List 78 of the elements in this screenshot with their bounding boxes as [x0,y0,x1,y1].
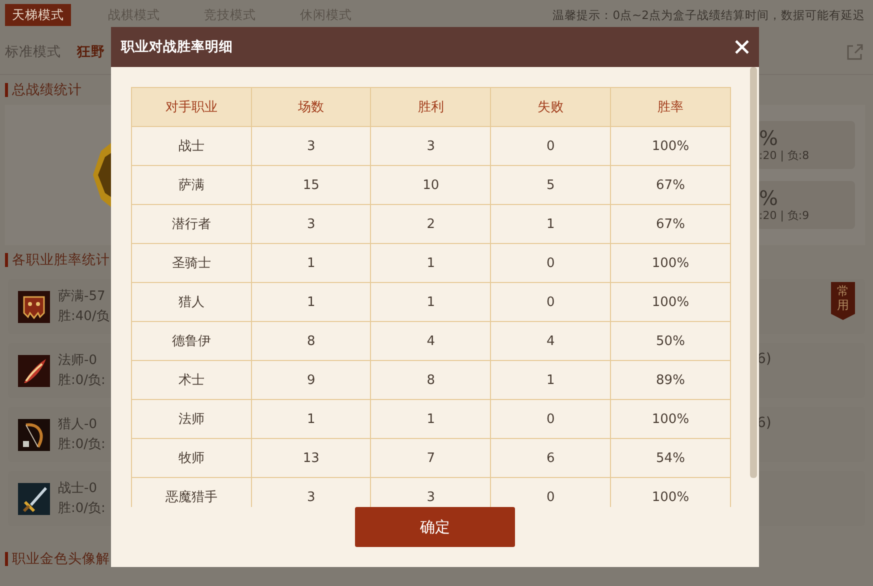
table-cell: 100% [610,400,730,438]
table-cell: 0 [490,126,610,166]
class-title: 萨满-57 [58,288,106,304]
table-cell: 猎人 [132,282,252,322]
notice-text: 温馨提示：0点~2点为盒子战绩结算时间，数据可能有延迟 [552,8,865,22]
win-loss-text: :20 | 负:8 [759,149,810,163]
table-cell: 1 [490,360,610,400]
column-header: 场数 [251,88,371,126]
table-cell: 8 [370,360,491,400]
table-cell: 1 [370,400,491,438]
table-cell: 1 [251,400,371,438]
table-cell: 100% [610,282,730,322]
table-cell: 54% [610,438,730,478]
win-loss-text: 胜:0/负: [58,436,106,452]
bow-icon [18,418,50,450]
table-cell: 50% [610,322,730,360]
scrollbar[interactable] [750,67,757,478]
dialog-title: 职业对战胜率明细 [121,38,233,56]
table-cell: 67% [610,166,730,204]
common-badge: 常用 [831,282,855,320]
hexagon-emblem [93,143,111,207]
table-cell: 4 [490,322,610,360]
close-icon[interactable] [735,40,749,54]
table-cell: 萨满 [132,166,252,204]
table-cell: 15 [251,166,371,204]
column-header: 胜率 [610,88,730,126]
table-cell: 89% [610,360,730,400]
class-title: 猎人-0 [58,416,98,432]
class-title: 战士-0 [58,480,98,496]
flame-icon [18,354,50,386]
table-cell: 战士 [132,126,252,166]
table-cell: 3 [251,204,371,244]
table-cell: 1 [370,244,491,282]
win-loss-text: 胜:40/负 [58,308,110,324]
table-cell: 恶魔猎手 [132,478,252,507]
column-header: 胜利 [370,88,491,126]
mode-tab[interactable]: 天梯模式 [5,4,71,26]
table-cell: 0 [490,282,610,322]
table-cell: 0 [490,244,610,282]
win-rate: % [759,187,780,209]
table-cell: 1 [251,244,371,282]
totem-icon [18,290,50,322]
table-cell: 牧师 [132,438,252,478]
table-cell: 3 [251,126,371,166]
table-cell: 13 [251,438,371,478]
sword-icon [18,482,50,514]
mode-tab[interactable]: 狂野 [77,43,105,61]
section-heading: 总战绩统计 [5,83,82,97]
table-cell: 3 [370,126,491,166]
confirm-button[interactable]: 确定 [355,507,515,547]
table-cell: 100% [610,126,730,166]
table-cell: 6 [490,438,610,478]
share-icon[interactable] [845,42,865,62]
table-cell: 圣骑士 [132,244,252,282]
table-cell: 潜行者 [132,204,252,244]
win-rate: % [759,127,780,149]
table-cell: 2 [370,204,491,244]
table-cell: 8 [251,322,371,360]
table-cell: 9 [251,360,371,400]
table-cell: 法师 [132,400,252,438]
table-cell: 7 [370,438,491,478]
class-title: 法师-0 [58,352,98,368]
column-header: 失败 [490,88,610,126]
column-header: 对手职业 [132,88,252,126]
table-cell: 10 [370,166,491,204]
table-cell: 1 [370,282,491,322]
table-cell: 德鲁伊 [132,322,252,360]
table-cell: 0 [490,400,610,438]
table-cell: 术士 [132,360,252,400]
table-cell: 67% [610,204,730,244]
table-cell: 100% [610,244,730,282]
win-loss-text: 胜:0/负: [58,372,106,388]
win-loss-text: 胜:0/负: [58,500,106,516]
table-cell: 1 [251,282,371,322]
table-cell: 4 [370,322,491,360]
table-cell: 5 [490,166,610,204]
win-loss-text: :20 | 负:9 [759,209,810,223]
table-cell: 1 [490,204,610,244]
